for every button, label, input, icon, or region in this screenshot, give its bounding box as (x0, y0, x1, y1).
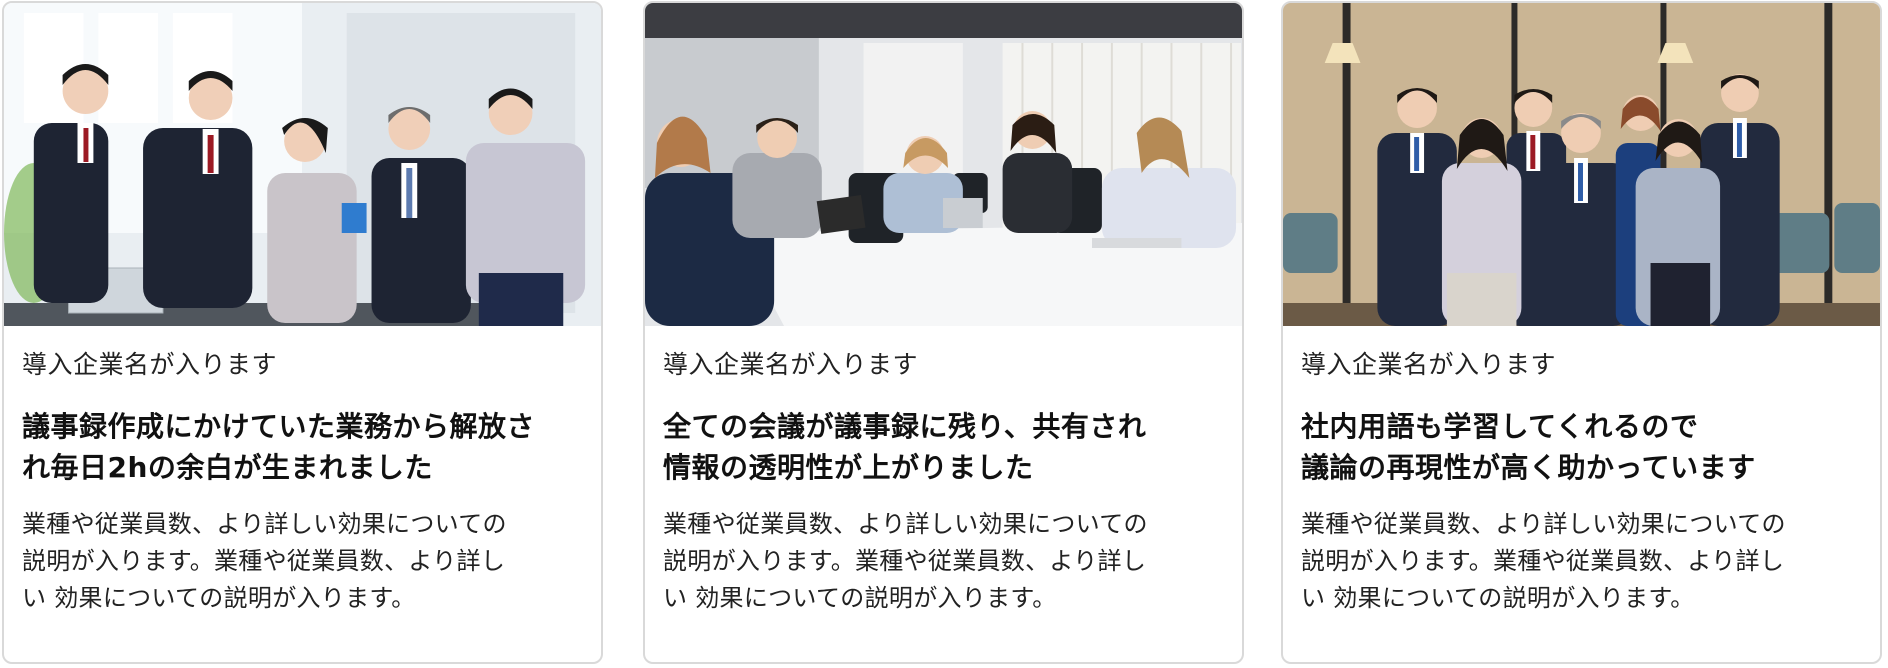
case-study-card[interactable]: 導入企業名が入ります 議事録作成にかけていた業務から解放さ れ毎日2hの余白が生ま… (2, 1, 603, 664)
description-line: 業種や従業員数、より詳しい効果についての (22, 510, 507, 538)
headline-line: 情報の透明性が上がりました (663, 451, 1034, 484)
company-name: 導入企業名が入ります (1301, 350, 1557, 379)
group-portrait-photo (1283, 3, 1880, 326)
case-study-headline: 全ての会議が議事録に残り、共有され 情報の透明性が上がりました (663, 406, 1224, 488)
description-line: い 効果についての説明が入ります。 (22, 584, 416, 612)
description-line: い 効果についての説明が入ります。 (1301, 584, 1695, 612)
headline-line: 全ての会議が議事録に残り、共有され (663, 410, 1147, 443)
description-line: 業種や従業員数、より詳しい効果についての (663, 510, 1148, 538)
headline-line: れ毎日2hの余白が生まれました (22, 451, 433, 484)
headline-line: 社内用語も学習してくれるので (1301, 410, 1699, 443)
company-name: 導入企業名が入ります (663, 350, 919, 379)
case-study-headline: 議事録作成にかけていた業務から解放さ れ毎日2hの余白が生まれました (22, 406, 583, 488)
case-study-card[interactable]: 導入企業名が入ります 全ての会議が議事録に残り、共有され 情報の透明性が上がりまし… (643, 1, 1244, 664)
headline-line: 議事録作成にかけていた業務から解放さ (22, 410, 536, 443)
description-line: 説明が入ります。業種や従業員数、より詳し (663, 547, 1147, 575)
case-study-description: 業種や従業員数、より詳しい効果についての 説明が入ります。業種や従業員数、より詳し… (22, 506, 583, 617)
description-line: 説明が入ります。業種や従業員数、より詳し (1301, 547, 1785, 575)
meeting-table-photo (645, 3, 1242, 326)
description-line: 説明が入ります。業種や従業員数、より詳し (22, 547, 506, 575)
description-line: 業種や従業員数、より詳しい効果についての (1301, 510, 1786, 538)
case-study-cards: 導入企業名が入ります 議事録作成にかけていた業務から解放さ れ毎日2hの余白が生ま… (0, 0, 1888, 668)
company-name: 導入企業名が入ります (22, 350, 278, 379)
headline-line: 議論の再現性が高く助かっています (1301, 451, 1756, 484)
description-line: い 効果についての説明が入ります。 (663, 584, 1057, 612)
case-study-card[interactable]: 導入企業名が入ります 社内用語も学習してくれるので議論の再現性が高く助かっていま… (1281, 1, 1882, 664)
case-study-description: 業種や従業員数、より詳しい効果についての 説明が入ります。業種や従業員数、より詳し… (663, 506, 1224, 617)
case-study-headline: 社内用語も学習してくれるので議論の再現性が高く助かっています (1301, 406, 1862, 488)
case-study-description: 業種や従業員数、より詳しい効果についての 説明が入ります。業種や従業員数、より詳し… (1301, 506, 1862, 617)
team-standing-office-photo (4, 3, 601, 326)
